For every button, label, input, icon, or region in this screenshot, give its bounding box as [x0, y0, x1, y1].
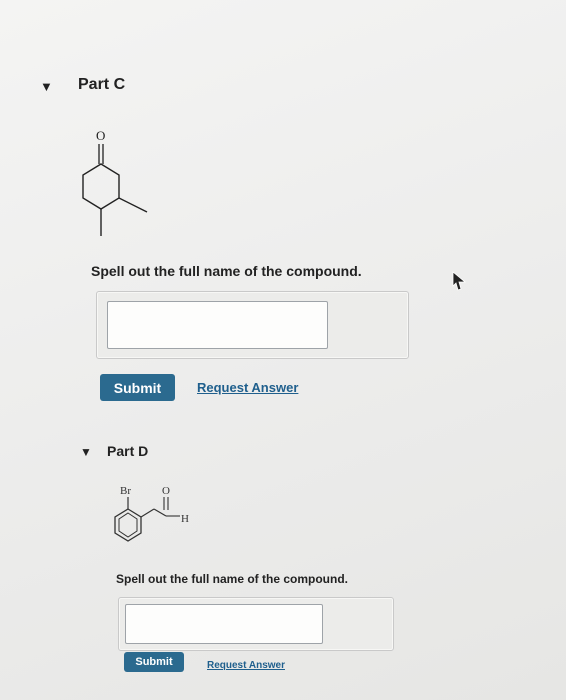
part-d-answer-input[interactable]	[125, 604, 323, 644]
part-c-toggle-icon[interactable]: ▼	[40, 80, 53, 93]
part-d-structure-image: Br O H	[114, 485, 189, 542]
part-c-submit-button[interactable]: Submit	[100, 374, 175, 401]
part-d-submit-button[interactable]: Submit	[124, 652, 184, 672]
part-d-bromine-label: Br	[120, 485, 131, 497]
part-d-oxygen-label: O	[162, 485, 170, 497]
page: { "part_c": { "toggle_icon": "triangle-d…	[0, 0, 566, 700]
part-d-request-answer-link[interactable]: Request Answer	[207, 660, 285, 671]
part-c-title: Part C	[78, 76, 126, 93]
part-d-answer-box	[118, 597, 394, 651]
part-c-structure-image: O	[82, 128, 148, 236]
part-c-request-answer-link[interactable]: Request Answer	[197, 380, 298, 395]
part-d-toggle-icon[interactable]: ▼	[80, 446, 92, 458]
part-c-answer-box	[96, 291, 409, 359]
part-d-title: Part D	[107, 443, 149, 459]
part-d-prompt: Spell out the full name of the compound.	[116, 572, 348, 586]
part-c-prompt: Spell out the full name of the compound.	[91, 263, 362, 279]
part-c-answer-input[interactable]	[107, 301, 328, 349]
part-c-oxygen-label: O	[96, 128, 105, 143]
part-d-hydrogen-label: H	[181, 513, 189, 525]
mouse-cursor-icon	[452, 271, 467, 291]
